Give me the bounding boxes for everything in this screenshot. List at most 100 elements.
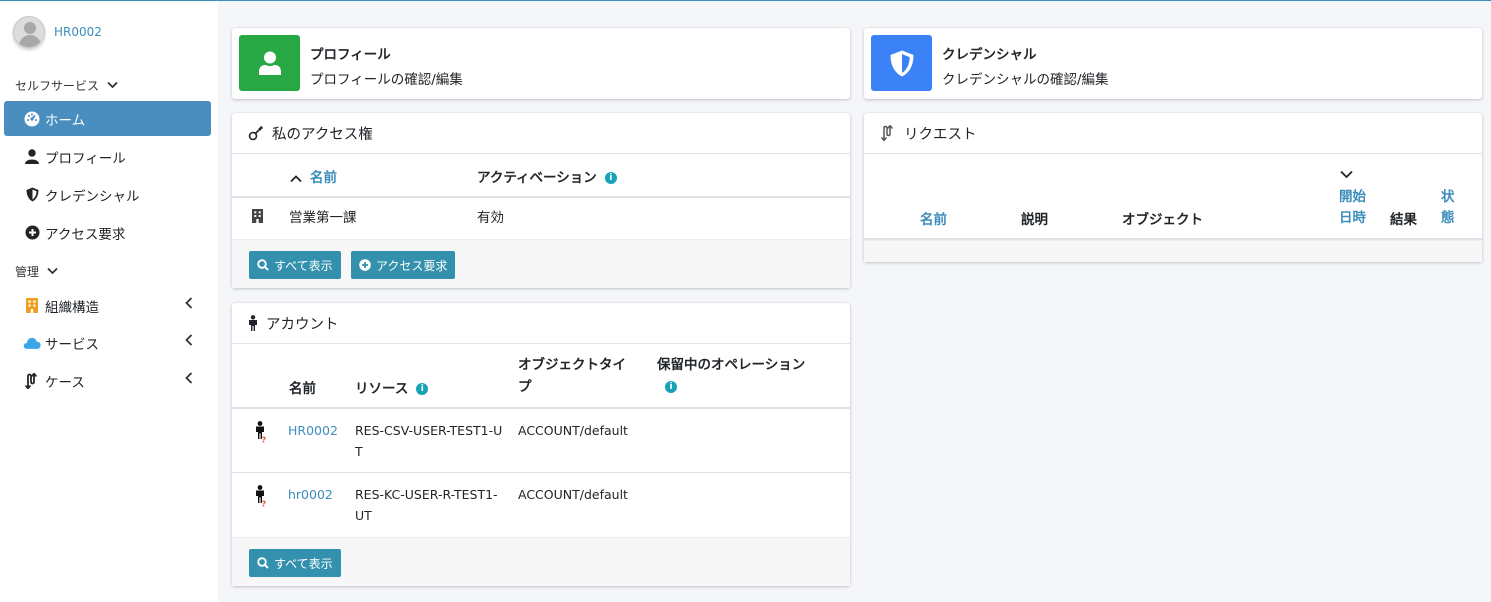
user-name-link[interactable]: HR0002 — [54, 25, 102, 39]
info-icon[interactable]: i — [416, 383, 429, 395]
search-icon — [257, 259, 269, 271]
requests-header: リクエスト — [864, 113, 1482, 154]
accounts-header: アカウント — [232, 303, 850, 344]
person-icon — [248, 315, 258, 331]
sidebar-item-label: アクセス要求 — [45, 226, 126, 243]
chevron-down-icon — [107, 79, 118, 92]
requests-footer — [864, 240, 1482, 262]
sidebar-item-service[interactable]: サービス — [4, 325, 211, 360]
user-icon — [23, 149, 41, 165]
sidebar-item-org-structure[interactable]: 組織構造 — [4, 288, 211, 323]
sidebar-item-home[interactable]: ホーム — [4, 101, 211, 136]
chevron-left-icon — [185, 297, 193, 313]
info-icon[interactable]: i — [665, 381, 677, 393]
credential-title: クレデンシャル — [942, 47, 1037, 63]
nav-header-selfservice-label: セルフサービス — [15, 79, 100, 93]
accounts-footer: すべて表示 — [232, 537, 850, 586]
my-access-header: 私のアクセス権 — [232, 113, 850, 154]
user-panel[interactable]: HR0002 — [13, 16, 102, 48]
acc-col-resource: リソース i — [355, 377, 429, 397]
info-icon[interactable]: i — [604, 172, 617, 184]
credential-subtitle: クレデンシャルの確認/編集 — [942, 72, 1109, 88]
account-resource: RES-KC-USER-R-TEST1- UT — [355, 484, 498, 526]
show-all-label: すべて表示 — [274, 258, 333, 273]
request-access-button[interactable]: アクセス要求 — [351, 251, 456, 279]
requests-card: リクエスト 名前 説明 オブジェクト 開始 日時 結果 状 態 — [864, 113, 1482, 262]
req-col-start-line2: 日時 — [1339, 210, 1366, 226]
acc-col-resource-label: リソース — [355, 381, 409, 397]
plus-circle-icon — [359, 259, 371, 271]
user-icon — [239, 35, 300, 91]
key-icon — [248, 125, 264, 141]
req-col-status[interactable]: 状 態 — [1441, 187, 1455, 229]
sidebar-item-access-request[interactable]: アクセス要求 — [4, 215, 211, 250]
sidebar-item-case[interactable]: ケース — [4, 363, 211, 398]
nav-header-selfservice[interactable]: セルフサービス — [15, 77, 118, 94]
chevron-left-icon — [185, 372, 193, 388]
col-name-sort[interactable]: 名前 — [290, 166, 337, 186]
my-access-title: 私のアクセス権 — [272, 126, 373, 143]
req-col-start-line1: 開始 — [1339, 189, 1366, 205]
show-all-access-button[interactable]: すべて表示 — [249, 251, 341, 279]
accounts-card: アカウント 名前 リソース i オブジェクトタイ プ 保留中のオペレーション i … — [232, 303, 850, 586]
acc-col-name: 名前 — [289, 381, 316, 397]
req-col-object: オブジェクト — [1122, 212, 1203, 228]
dashboard-icon — [23, 111, 41, 127]
req-col-status-line1: 状 — [1441, 189, 1455, 205]
account-person-icon: ? — [254, 421, 268, 449]
table-divider — [232, 407, 850, 409]
svg-text:?: ? — [262, 436, 267, 444]
col-name-label: 名前 — [310, 170, 337, 186]
my-access-footer: すべて表示 アクセス要求 — [232, 239, 850, 288]
requests-title: リクエスト — [904, 126, 977, 143]
sidebar-item-credential[interactable]: クレデンシャル — [4, 177, 211, 212]
req-col-result: 結果 — [1390, 212, 1417, 228]
sidebar-item-label: プロフィール — [45, 150, 126, 167]
req-col-name[interactable]: 名前 — [920, 208, 947, 228]
cloud-icon — [23, 335, 41, 351]
show-all-label: すべて表示 — [274, 556, 333, 571]
req-col-start-date[interactable]: 開始 日時 — [1339, 187, 1366, 229]
case-arrows-icon — [23, 372, 41, 389]
account-person-icon: ? — [254, 485, 268, 513]
nav-header-admin-label: 管理 — [15, 265, 40, 279]
access-row-name: 営業第一課 — [289, 210, 357, 226]
account-type: ACCOUNT/default — [518, 423, 628, 438]
sidebar-item-label: クレデンシャル — [45, 188, 140, 205]
acc-col-object-type: オブジェクトタイ プ — [518, 354, 626, 398]
svg-text:?: ? — [262, 500, 267, 508]
top-border — [0, 0, 1491, 1]
chevron-down-icon — [47, 265, 58, 278]
nav-header-admin[interactable]: 管理 — [15, 263, 58, 280]
sidebar-item-label: ケース — [45, 374, 85, 391]
sidebar-item-profile[interactable]: プロフィール — [4, 139, 211, 174]
acc-col-objtype-line1: オブジェクトタイ — [518, 357, 626, 373]
shield-icon — [871, 35, 932, 91]
req-col-status-line2: 態 — [1441, 210, 1455, 226]
building-icon — [23, 298, 41, 314]
credential-info-box[interactable]: クレデンシャル クレデンシャルの確認/編集 — [864, 28, 1482, 99]
acc-col-pending-ops: 保留中のオペレーション i — [657, 354, 805, 398]
case-arrows-icon — [880, 125, 896, 141]
account-name-link[interactable]: hr0002 — [288, 484, 333, 505]
avatar[interactable] — [13, 16, 45, 48]
acc-col-pending-label: 保留中のオペレーション — [657, 357, 806, 373]
account-resource-line2: UT — [355, 508, 372, 523]
sidebar-item-label: サービス — [45, 336, 99, 353]
shield-icon — [23, 187, 41, 203]
show-all-accounts-button[interactable]: すべて表示 — [249, 549, 341, 577]
sidebar-item-label: ホーム — [45, 112, 86, 129]
profile-info-box[interactable]: プロフィール プロフィールの確認/編集 — [232, 28, 850, 99]
access-row-activation: 有効 — [477, 210, 504, 226]
my-access-card: 私のアクセス権 名前 アクティベーション i 営業第一課 有効 すべて表示 アクセ… — [232, 113, 850, 288]
search-icon — [257, 557, 269, 569]
profile-title: プロフィール — [310, 47, 391, 63]
chevron-left-icon — [185, 334, 193, 350]
account-resource-line2: T — [355, 444, 363, 459]
account-resource-line1: RES-CSV-USER-TEST1-U — [355, 423, 503, 438]
building-icon — [252, 208, 263, 229]
sort-chevron-down-icon[interactable] — [1340, 167, 1353, 183]
col-activation-label: アクティベーション — [477, 170, 597, 186]
col-activation[interactable]: アクティベーション i — [477, 166, 617, 186]
account-name-link[interactable]: HR0002 — [288, 420, 338, 441]
